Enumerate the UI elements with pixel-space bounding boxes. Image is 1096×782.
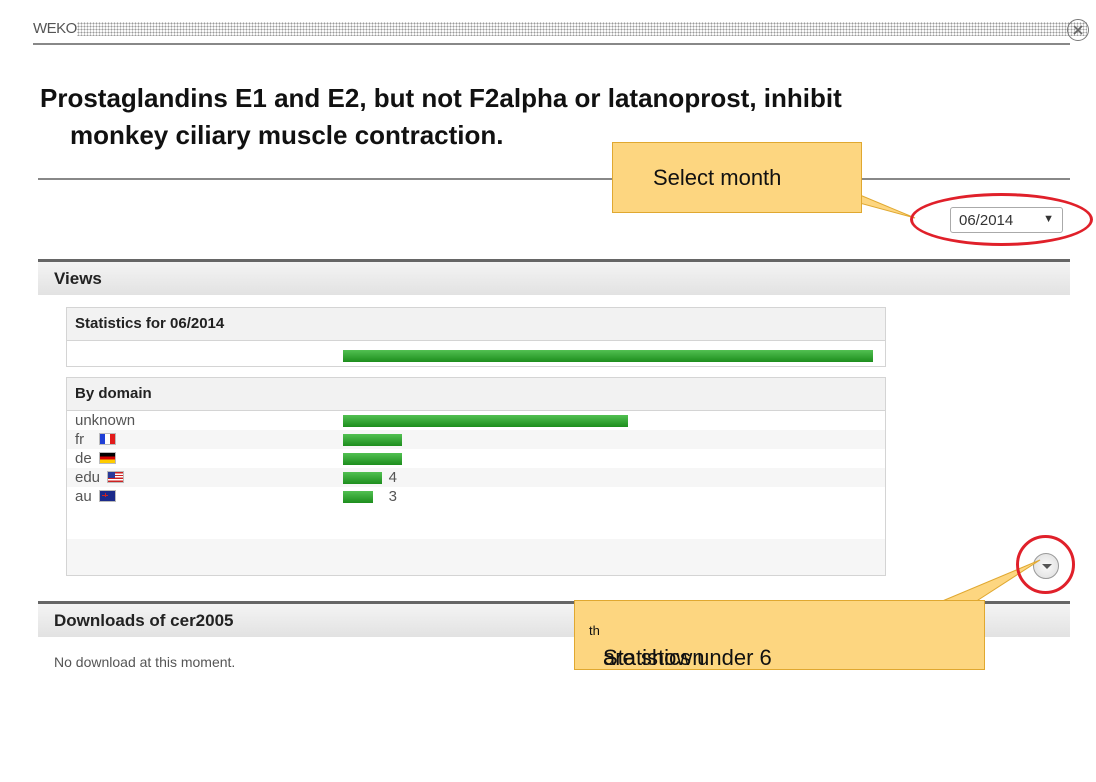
domain-row: fr6: [67, 430, 885, 449]
domain-label: edu: [75, 469, 101, 486]
views-section-title: Views: [54, 269, 102, 288]
domain-label: unknown: [75, 412, 136, 429]
us-flag-icon: [107, 471, 124, 483]
total-views-row: 54: [67, 346, 885, 365]
statistics-callout-text-tail: are shown: [603, 645, 705, 670]
domain-row: edu 4: [67, 468, 885, 487]
by-domain-panel-title: By domain: [75, 385, 152, 402]
monthly-statistics-panel: Statistics for 06/2014 54: [66, 307, 886, 367]
de-flag-icon: [99, 452, 116, 464]
total-views-bar: [343, 350, 873, 362]
domain-bar: [343, 472, 382, 484]
statistics-callout-superscript: th: [589, 623, 600, 638]
close-icon: [1073, 25, 1083, 35]
fr-flag-icon: [99, 433, 116, 445]
window-title: WEKO: [33, 20, 77, 37]
domain-count: 3: [388, 488, 397, 505]
item-title: Prostaglandins E1 and E2, but not F2alph…: [40, 80, 1030, 154]
domain-row: unknown29: [67, 411, 885, 430]
domain-label: de: [75, 450, 92, 467]
no-download-message: No download at this moment.: [54, 654, 236, 670]
au-flag-icon: [99, 490, 116, 502]
downloads-section-title: Downloads of cer2005: [54, 611, 234, 630]
month-select-highlight: [910, 193, 1093, 246]
statistics-callout: Statistics under 6th are shown: [574, 600, 985, 670]
domain-bar: [343, 491, 373, 503]
show-more-highlight: [1016, 535, 1075, 594]
select-month-callout-text: Select month: [653, 165, 782, 190]
by-domain-panel-head: By domain: [67, 378, 885, 411]
domain-bar: [343, 453, 402, 465]
item-title-line2: monkey ciliary muscle contraction.: [70, 120, 504, 150]
window-header: WEKO: [33, 14, 1087, 45]
statistics-panel-title: Statistics for 06/2014: [75, 315, 225, 332]
domain-bar: [343, 415, 628, 427]
views-section-header: Views: [38, 259, 1070, 295]
domain-list-footer: [67, 539, 885, 575]
domain-bar: [343, 434, 402, 446]
drag-handle[interactable]: [77, 22, 1087, 36]
header-divider: [33, 43, 1070, 45]
title-divider: [38, 178, 1070, 180]
by-domain-panel: By domain unknown29fr6de6edu4au 3: [66, 377, 886, 576]
statistics-callout-text: Statistics under 6th are shown: [589, 623, 772, 670]
domain-label: au: [75, 488, 92, 505]
statistics-panel-head: Statistics for 06/2014: [67, 308, 885, 341]
domain-row: au 3: [67, 487, 885, 506]
domain-row: de6: [67, 449, 885, 468]
item-title-line1: Prostaglandins E1 and E2, but not F2alph…: [40, 83, 842, 113]
close-button[interactable]: [1067, 19, 1089, 41]
domain-label: fr: [75, 431, 85, 448]
domain-list: unknown29fr6de6edu4au 3: [67, 411, 885, 506]
select-month-callout: Select month: [612, 142, 862, 213]
